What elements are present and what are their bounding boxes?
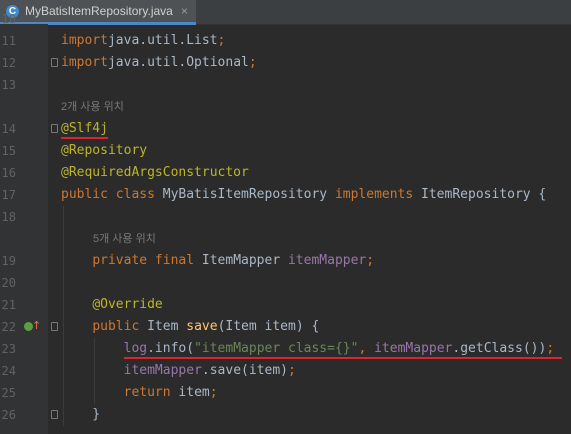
code-token: save [186, 319, 218, 334]
code-token: import [61, 55, 108, 70]
line-number: 19 [1, 254, 16, 268]
line-number: 25 [1, 386, 16, 400]
code-text: @Repository [61, 140, 147, 162]
code-line[interactable]: 16 @RequiredArgsConstructor [0, 162, 571, 184]
code-text: itemMapper.save(item); [61, 360, 296, 382]
code-token: .info( [147, 341, 195, 356]
code-token: itemMapper [287, 253, 367, 268]
line-number: 10 [1, 12, 16, 26]
code-text: public Item save(Item item) { [61, 316, 319, 338]
line-number: 21 [1, 298, 16, 312]
line-number: 26 [1, 408, 16, 422]
line-number: 11 [1, 34, 16, 48]
code-token: java.util.Optional [107, 55, 249, 70]
code-token: @RequiredArgsConstructor [61, 165, 249, 180]
line-number: 13 [1, 78, 16, 92]
usages-hint[interactable]: 5개 사용 위치 [93, 228, 156, 250]
red-underline-mark [123, 357, 563, 359]
code-line[interactable]: 18 [0, 206, 571, 228]
code-token: , [358, 341, 375, 356]
code-line[interactable]: 21 @Override [0, 294, 571, 316]
code-token: .save(item) [201, 363, 288, 378]
line-number: 12 [1, 56, 16, 70]
code-token: (Item item) { [217, 319, 320, 334]
code-line[interactable]: 19 private final ItemMapper itemMapper; [0, 250, 571, 272]
code-line[interactable]: 11 importjava.util.List; [0, 30, 571, 52]
code-token: private final [92, 253, 202, 268]
code-token: MyBatisItemRepository [162, 187, 335, 202]
code-token: implements [334, 187, 422, 202]
code-token: Item [147, 319, 187, 334]
line-number: 20 [1, 276, 16, 290]
code-token: import [61, 33, 108, 48]
fold-marker-icon[interactable] [51, 322, 58, 331]
code-token: ItemMapper [201, 253, 288, 268]
line-number: 18 [1, 210, 16, 224]
code-token: ; [217, 33, 226, 48]
code-token: java.util.List [107, 33, 218, 48]
code-token: } [61, 407, 101, 422]
code-token: ; [546, 341, 555, 356]
code-token: log [123, 341, 148, 356]
line-number: 23 [1, 342, 16, 356]
code-text: importjava.util.List; [61, 30, 225, 52]
code-token: .getClass()) [452, 341, 547, 356]
line-number: 17 [1, 188, 16, 202]
code-line[interactable]: 15 @Repository [0, 140, 571, 162]
code-token: "itemMapper class={}" [194, 341, 359, 356]
code-token: return [123, 385, 179, 400]
line-number: 15 [1, 144, 16, 158]
code-line[interactable]: 20 [0, 272, 571, 294]
line-number: 24 [1, 364, 16, 378]
code-line[interactable]: 13 [0, 74, 571, 96]
code-token: public class [61, 187, 163, 202]
code-text: importjava.util.Optional; [61, 52, 257, 74]
code-text: @RequiredArgsConstructor [61, 162, 249, 184]
up-arrow-icon: ↑ [32, 319, 42, 332]
code-line[interactable]: 10 [0, 8, 571, 30]
code-line[interactable]: 26 } [0, 404, 571, 426]
code-token: item [178, 385, 210, 400]
red-underline-mark [61, 137, 108, 139]
line-number: 16 [1, 166, 16, 180]
line-number: 14 [1, 122, 16, 136]
code-token: @Slf4j [61, 121, 108, 136]
code-text: return item; [61, 382, 218, 404]
code-token: ; [366, 253, 375, 268]
code-editor[interactable]: 10 11 importjava.util.List; 12 importjava.ut… [0, 12, 571, 434]
code-token: @Override [92, 297, 163, 312]
code-text: public class MyBatisItemRepository imple… [61, 184, 546, 206]
usages-hint[interactable]: 2개 사용 위치 [61, 96, 124, 118]
indent-guide [94, 338, 95, 404]
code-token: public [92, 319, 148, 334]
code-token: @Repository [61, 143, 148, 158]
line-number: 22 [1, 320, 16, 334]
code-token: itemMapper [374, 341, 453, 356]
code-line[interactable]: 22 public Item save(Item item) { [0, 316, 571, 338]
code-token: ItemRepository { [421, 187, 547, 202]
indent-guide [63, 206, 64, 426]
code-token: ; [248, 55, 257, 70]
code-line[interactable]: 24 itemMapper.save(item); [0, 360, 571, 382]
code-token: ; [209, 385, 218, 400]
fold-marker-icon[interactable] [51, 58, 58, 67]
code-text: } [61, 404, 100, 426]
code-text: @Override [61, 294, 163, 316]
code-token: itemMapper [123, 363, 202, 378]
code-line[interactable]: 25 return item; [0, 382, 571, 404]
fold-marker-icon[interactable] [51, 124, 58, 133]
code-line[interactable]: 12 importjava.util.Optional; [0, 52, 571, 74]
code-line[interactable]: 17 public class MyBatisItemRepository imp… [0, 184, 571, 206]
fold-marker-icon[interactable] [51, 410, 58, 419]
code-text: private final ItemMapper itemMapper; [61, 250, 374, 272]
code-token: ; [288, 363, 296, 378]
